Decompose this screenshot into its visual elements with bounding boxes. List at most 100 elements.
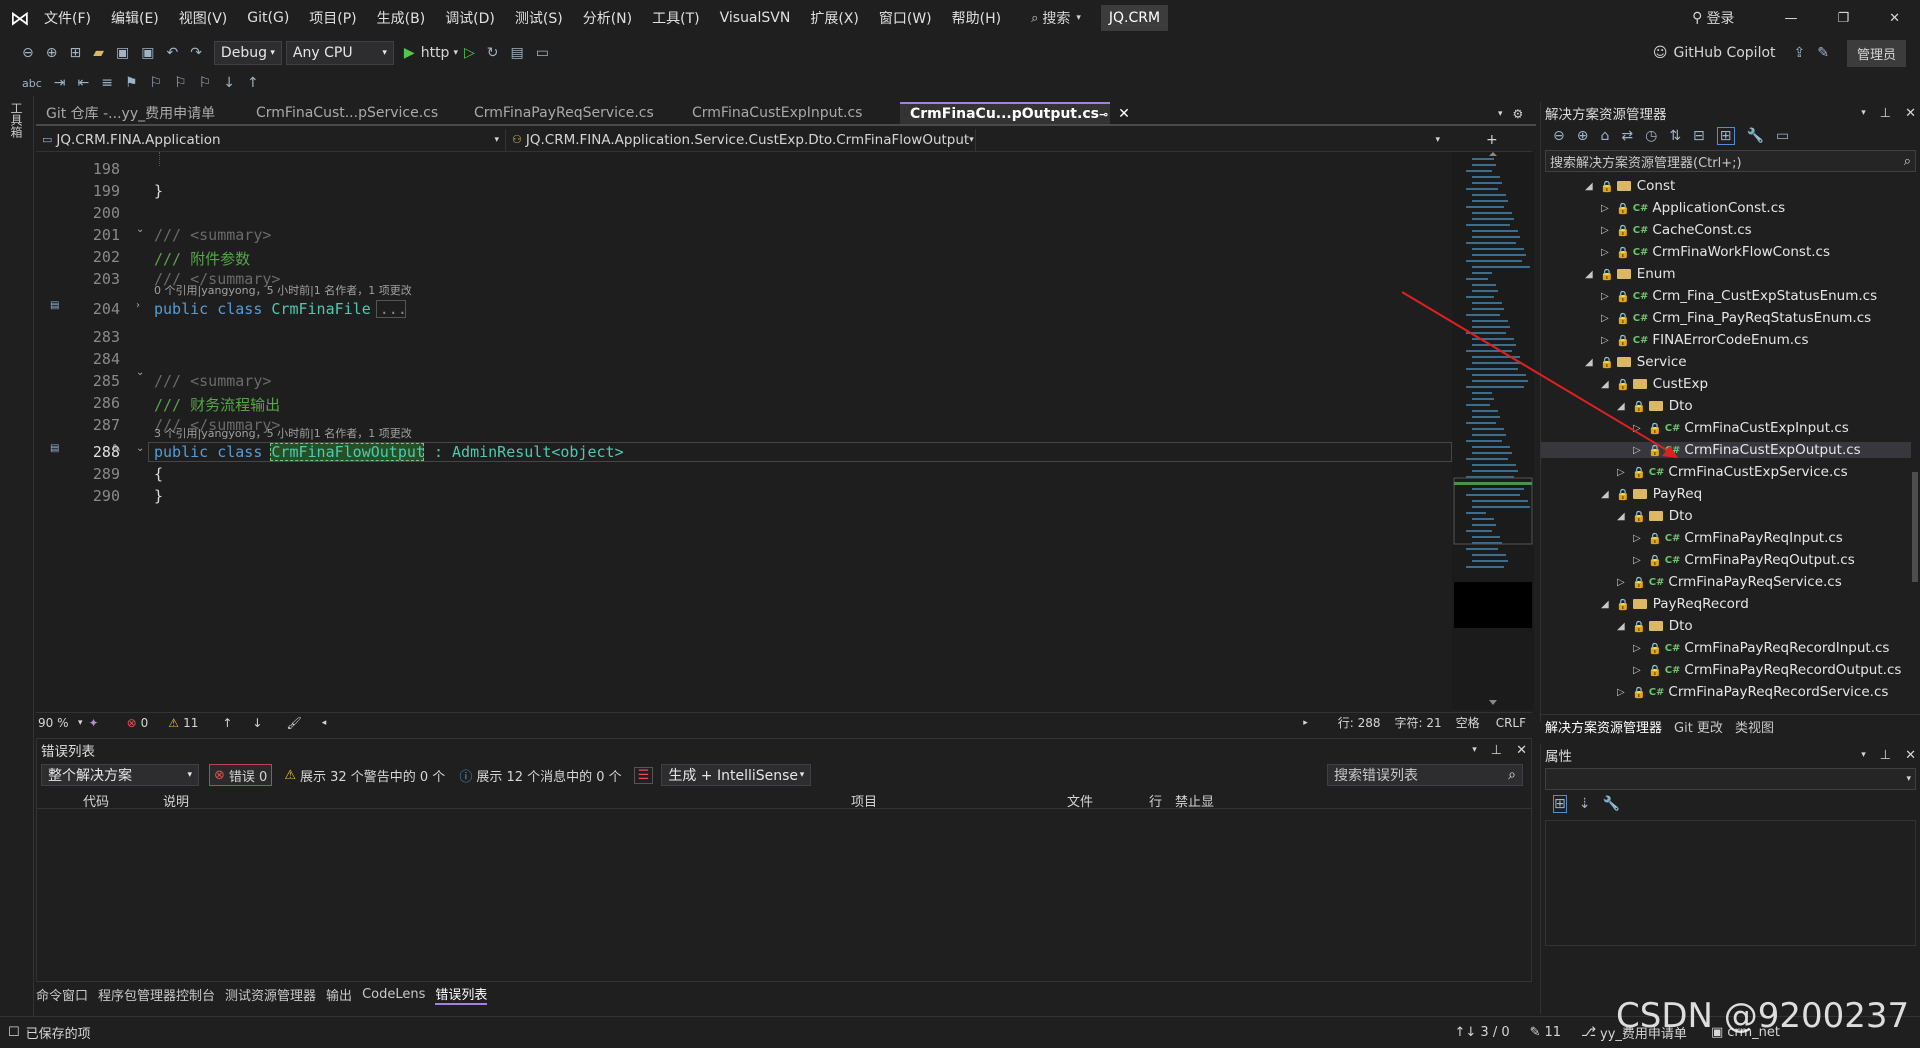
menu-item[interactable]: 扩展(X) [810, 8, 859, 28]
menu-item[interactable]: 文件(F) [44, 8, 91, 28]
run-target[interactable]: http [421, 45, 450, 61]
menu-item[interactable]: 窗口(W) [879, 8, 932, 28]
hot-reload-icon[interactable]: ↻ [487, 45, 499, 61]
home-icon[interactable]: ⌂ [1600, 128, 1609, 144]
restore-button[interactable]: ❐ [1837, 11, 1849, 26]
save-icon[interactable]: ▣ [116, 45, 129, 61]
share-icon[interactable]: ⇪ [1794, 45, 1806, 61]
menu-item[interactable]: 项目(P) [309, 8, 356, 28]
scroll-left-icon[interactable]: ◂ [322, 718, 327, 728]
bottom-tab[interactable]: CodeLens [362, 987, 425, 1002]
error-column-header[interactable]: 文件 [1067, 791, 1093, 810]
fold-icon[interactable]: ⌄ [136, 443, 144, 454]
expanded-arrow-icon[interactable]: ◢ [1601, 489, 1611, 500]
search-menu[interactable]: 搜索 [1042, 8, 1070, 28]
back-icon[interactable]: ⊖ [1553, 128, 1565, 144]
menu-item[interactable]: VisualSVN [720, 10, 791, 26]
collapsed-arrow-icon[interactable]: ▷ [1601, 247, 1611, 258]
bottom-tab[interactable]: 命令窗口 [36, 985, 88, 1004]
class-marker-icon[interactable]: ▤ [50, 443, 59, 454]
solution-tab[interactable]: Git 更改 [1674, 717, 1723, 736]
bottom-tab[interactable]: 测试资源管理器 [225, 985, 316, 1004]
object-dropdown[interactable]: ▾ [1545, 768, 1916, 790]
layout-icon[interactable]: ▭ [536, 45, 549, 61]
cleanup-icon[interactable]: ✦ [89, 716, 99, 730]
eol-indicator[interactable]: CRLF [1496, 716, 1526, 730]
build-source-dropdown[interactable]: 生成 + IntelliSense ▾ [661, 764, 812, 786]
login-icon[interactable]: ⚲ [1692, 10, 1702, 26]
tree-folder[interactable]: ◢ 🔒 PayReqRecord [1601, 596, 1749, 612]
preview-icon[interactable]: ▭ [1776, 128, 1789, 144]
solution-search-input[interactable]: 搜索解决方案资源管理器(Ctrl+;) ⌕ [1545, 150, 1916, 172]
tree-scrollbar[interactable] [1912, 472, 1918, 582]
class-marker-icon[interactable]: ▤ [50, 300, 59, 311]
pin-icon[interactable]: ⊥ [1880, 106, 1891, 121]
solution-tab[interactable]: 类视图 [1735, 717, 1774, 736]
solution-tab[interactable]: 解决方案资源管理器 [1545, 717, 1662, 736]
type-dropdown[interactable]: ⚇ JQ.CRM.FINA.Application.Service.CustExp… [506, 128, 976, 151]
run-without-debug-icon[interactable]: ▷ [464, 45, 475, 61]
bookmark-prev-icon[interactable]: ⚐ [150, 75, 163, 91]
collapsed-arrow-icon[interactable]: ▷ [1633, 643, 1643, 654]
errors-filter-button[interactable]: ⊗ 错误 0 [209, 764, 273, 786]
error-column-header[interactable]: 项目 [851, 791, 877, 810]
menu-item[interactable]: Git(G) [247, 10, 289, 26]
bottom-tab[interactable]: 错误列表 [435, 984, 488, 1005]
settings-icon[interactable]: ⚙ [1513, 107, 1524, 121]
collapsed-arrow-icon[interactable]: ▷ [1601, 225, 1611, 236]
new-project-icon[interactable]: ⊞ [69, 45, 81, 61]
menu-item[interactable]: 帮助(H) [952, 8, 1001, 28]
tree-folder[interactable]: ◢ 🔒 Dto [1617, 508, 1693, 524]
menu-item[interactable]: 生成(B) [377, 8, 426, 28]
tab-list-icon[interactable]: ▾ [1498, 109, 1503, 119]
member-dropdown[interactable]: ▾ [976, 129, 1446, 151]
updown-indicator[interactable]: ↑↓ 3 / 0 [1455, 1025, 1510, 1040]
collapsed-arrow-icon[interactable]: ▷ [1601, 203, 1611, 214]
expand-icon[interactable]: › [136, 300, 140, 311]
tree-file[interactable]: ▷ 🔒 C# CrmFinaPayReqService.cs [1617, 574, 1842, 590]
switch-views-icon[interactable]: ⇄ [1621, 128, 1633, 144]
document-tab[interactable]: Git 仓库 -...yy_费用申请单 [36, 102, 246, 124]
nav-up-icon[interactable]: ↑ [247, 75, 259, 91]
copilot-icon[interactable]: ☺ [1653, 45, 1668, 61]
messages-filter-button[interactable]: 展示 12 个消息中的 0 个 [476, 766, 621, 785]
whitespace-indicator[interactable]: 空格 [1456, 714, 1480, 731]
tree-folder[interactable]: ◢ 🔒 Const [1585, 178, 1675, 194]
menu-item[interactable]: 视图(V) [179, 8, 228, 28]
collapsed-arrow-icon[interactable]: ▷ [1617, 577, 1627, 588]
run-icon[interactable]: ▶ [404, 45, 415, 61]
bottom-tab[interactable]: 程序包管理器控制台 [98, 985, 215, 1004]
bookmark-clear-icon[interactable]: ⚐ [199, 75, 212, 91]
expanded-arrow-icon[interactable]: ◢ [1617, 621, 1627, 632]
bookmark-next-icon[interactable]: ⚐ [174, 75, 187, 91]
tree-folder[interactable]: ◢ 🔒 Dto [1617, 618, 1693, 634]
pin-icon[interactable]: ⊥ [1880, 748, 1891, 763]
close-panel-icon[interactable]: ✕ [1905, 106, 1916, 121]
tree-file[interactable]: ▷ 🔒 C# CrmFinaPayReqInput.cs [1633, 530, 1843, 546]
property-pages-icon[interactable]: 🔧 [1602, 796, 1619, 812]
prev-issue-icon[interactable]: ↑ [222, 716, 232, 730]
error-search-input[interactable]: 搜索错误列表 ⌕ [1327, 764, 1523, 786]
config-dropdown[interactable]: Debug ▾ [213, 41, 282, 65]
tree-file[interactable]: ▷ 🔒 C# CrmFinaPayReqRecordOutput.cs [1633, 662, 1901, 678]
alphabetical-icon[interactable]: ⇣ [1579, 796, 1591, 812]
tree-file[interactable]: ▷ 🔒 C# ApplicationConst.cs [1601, 200, 1785, 216]
nav-down-icon[interactable]: ↓ [223, 75, 235, 91]
bookmark-icon[interactable]: ⚑ [125, 75, 138, 91]
warning-count[interactable]: 11 [183, 716, 198, 730]
collapse-all-icon[interactable]: ⊟ [1693, 128, 1705, 144]
expanded-arrow-icon[interactable]: ◢ [1585, 269, 1595, 280]
close-window-button[interactable]: ✕ [1889, 11, 1900, 26]
panel-menu-icon[interactable]: ▾ [1861, 108, 1866, 118]
platform-dropdown[interactable]: Any CPU ▾ [285, 41, 394, 65]
menu-item[interactable]: 编辑(E) [111, 8, 159, 28]
tree-folder[interactable]: ◢ 🔒 PayReq [1601, 486, 1702, 502]
close-panel-icon[interactable]: ✕ [1516, 743, 1527, 758]
changes-count[interactable]: 11 [1545, 1025, 1562, 1040]
fold-icon[interactable]: ⌄ [136, 367, 144, 378]
open-icon[interactable]: ▰ [93, 45, 104, 61]
codelens-crmfinafile[interactable]: 0 个引用|yangyong，5 小时前|1 名作者，1 项更改 [154, 282, 412, 298]
close-tab-icon[interactable]: ✕ [1118, 106, 1130, 122]
redo-icon[interactable]: ↷ [190, 45, 202, 61]
feedback-icon[interactable]: ✎ [1817, 45, 1829, 61]
